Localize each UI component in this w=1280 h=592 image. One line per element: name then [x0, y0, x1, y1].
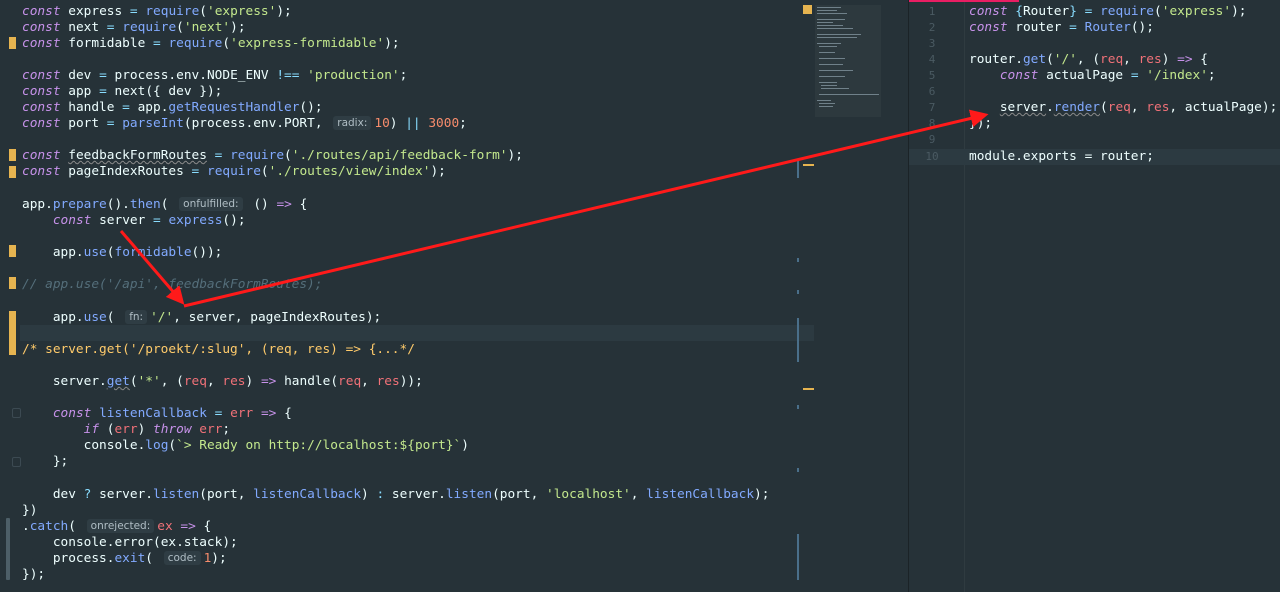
- arrow-server-to-use: [119, 230, 185, 305]
- annotation-arrows: [119, 109, 989, 308]
- arrow-to-server-render: [183, 109, 989, 308]
